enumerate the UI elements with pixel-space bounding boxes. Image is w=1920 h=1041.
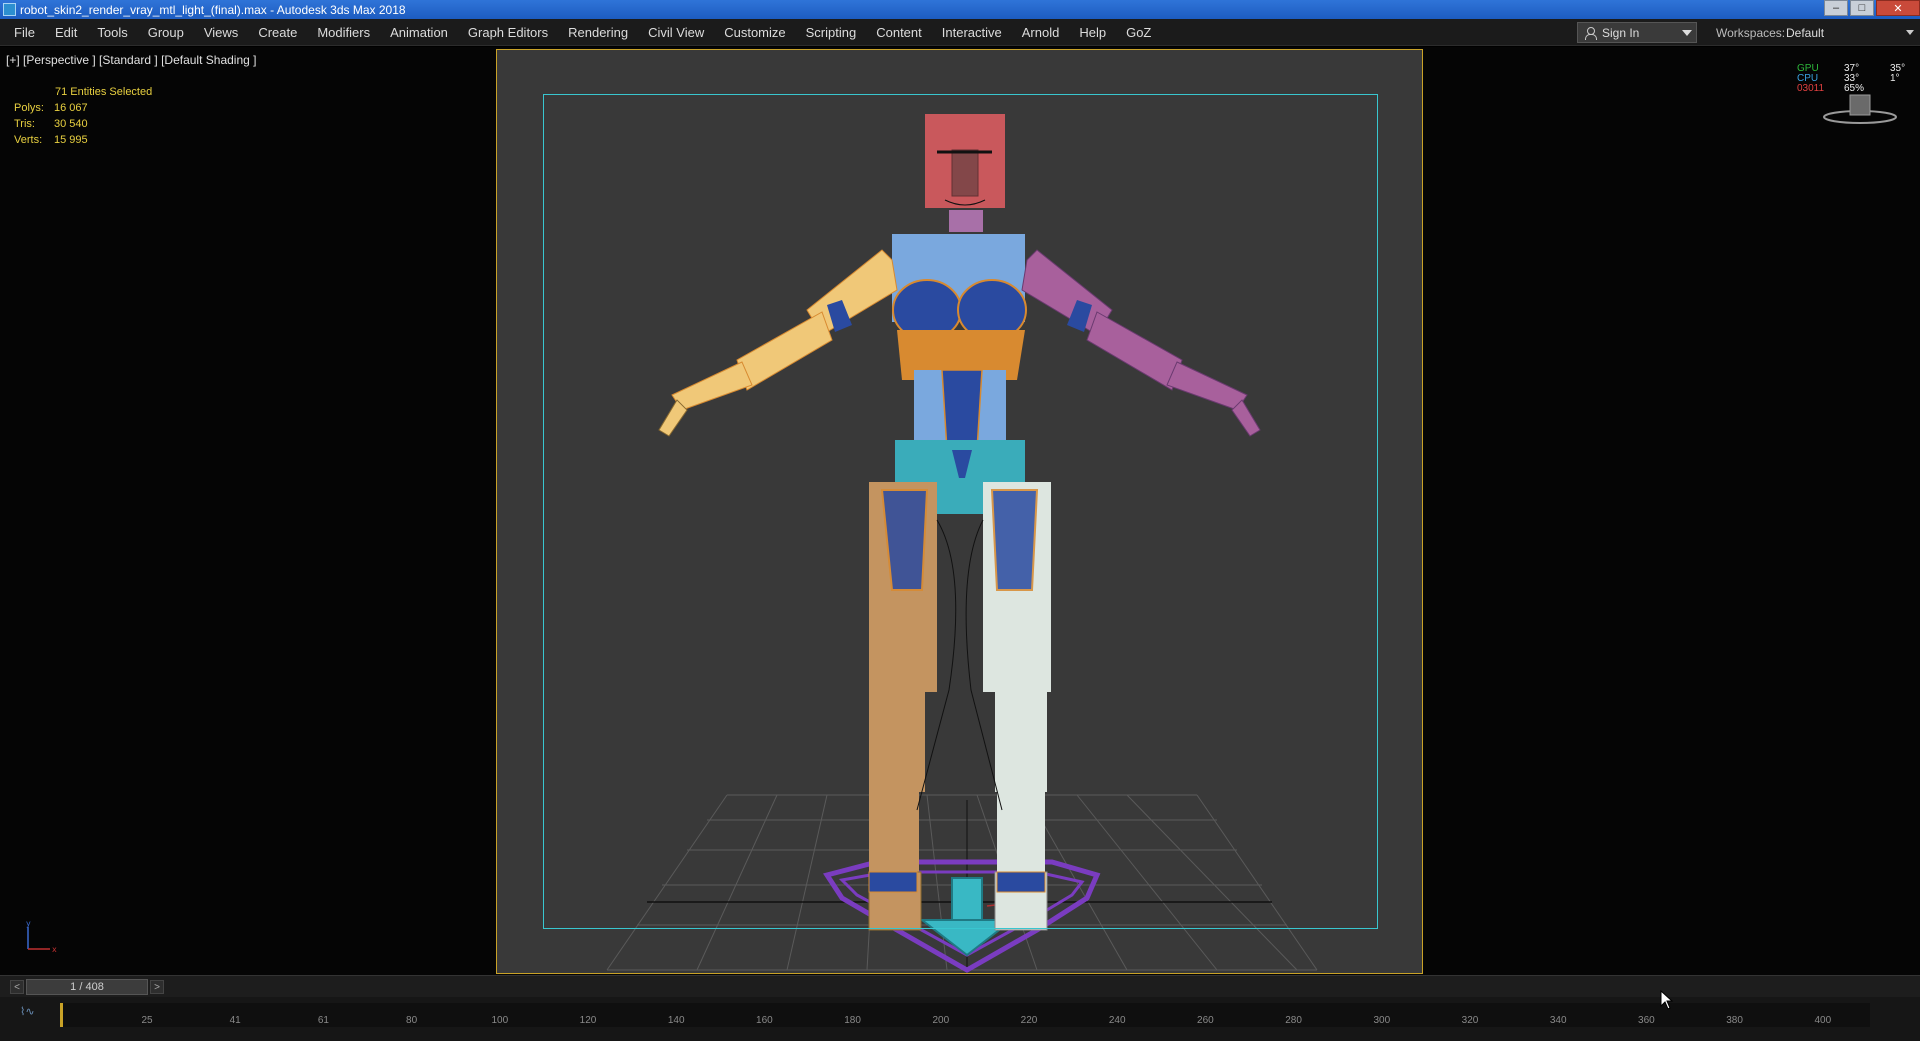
menu-file[interactable]: File — [4, 25, 45, 40]
menu-modifiers[interactable]: Modifiers — [307, 25, 380, 40]
menu-goz[interactable]: GoZ — [1116, 25, 1161, 40]
menu-arnold[interactable]: Arnold — [1012, 25, 1070, 40]
timeline-tick-label: 120 — [579, 1015, 597, 1026]
menu-bar: File Edit Tools Group Views Create Modif… — [0, 19, 1920, 46]
timeline-tick-label: 220 — [1020, 1015, 1038, 1026]
menu-interactive[interactable]: Interactive — [932, 25, 1012, 40]
prev-frame-button[interactable]: < — [10, 980, 24, 994]
chevron-down-icon — [1682, 30, 1692, 36]
curve-editor-icon[interactable]: ⌇∿ — [20, 1005, 42, 1023]
timeline-tick-label: 100 — [491, 1015, 509, 1026]
close-button[interactable]: ✕ — [1876, 0, 1920, 16]
menu-rendering[interactable]: Rendering — [558, 25, 638, 40]
axis-y-label: y — [26, 919, 31, 928]
chevron-down-icon — [1906, 30, 1914, 35]
timeline-tick-label: 25 — [141, 1015, 153, 1026]
viewport-label-menu[interactable]: [+] [Perspective ] [Standard ] [Default … — [6, 53, 256, 67]
time-slider[interactable]: 1 / 408 — [26, 979, 148, 995]
timeline-tick-label: 360 — [1638, 1015, 1655, 1026]
menu-graph-editors[interactable]: Graph Editors — [458, 25, 558, 40]
stat-row: Tris: 30 540 — [14, 116, 152, 132]
stat-key: Polys: — [14, 102, 44, 114]
stat-key: Verts: — [14, 134, 43, 146]
statistics-overlay: 71 Entities Selected Polys: 16 067 Tris:… — [14, 84, 152, 148]
timeline-tick-label: 80 — [406, 1015, 418, 1026]
selection-count: 71 Entities Selected — [55, 86, 153, 98]
timeline-tick-label: 180 — [844, 1015, 861, 1026]
menu-edit[interactable]: Edit — [45, 25, 87, 40]
timeline-tick-label: 41 — [229, 1015, 241, 1026]
cpu-load: 1° — [1890, 73, 1900, 84]
workspace-value: Default — [1786, 25, 1825, 40]
stat-row: Polys: 16 067 — [14, 100, 152, 116]
timeline-tick-label: 160 — [756, 1015, 773, 1026]
timeline-tick-label: 400 — [1814, 1015, 1832, 1026]
menu-views[interactable]: Views — [194, 25, 248, 40]
current-frame-marker[interactable] — [60, 1003, 63, 1027]
timeline-tick-label: 340 — [1549, 1015, 1567, 1026]
menu-create[interactable]: Create — [248, 25, 307, 40]
maximize-button[interactable]: □ — [1850, 0, 1874, 16]
axis-tripod-icon: y x — [26, 919, 57, 954]
menu-scripting[interactable]: Scripting — [796, 25, 867, 40]
axis-x-label: x — [52, 945, 57, 954]
app-icon — [3, 3, 16, 16]
next-frame-button[interactable]: > — [150, 980, 164, 994]
timeline-tick-label: 260 — [1197, 1015, 1214, 1026]
viewcube-icon[interactable] — [1820, 87, 1900, 127]
stat-value: 16 067 — [54, 102, 88, 114]
stat-value: 30 540 — [54, 118, 88, 130]
mouse-cursor-icon — [1660, 990, 1674, 1010]
perspective-viewport[interactable]: [+] [Perspective ] [Standard ] [Default … — [0, 47, 1920, 975]
timeline-tick-label: 200 — [932, 1015, 950, 1026]
timeline-ruler[interactable] — [60, 1003, 1870, 1027]
render-region-frame — [543, 94, 1378, 929]
menu-group[interactable]: Group — [138, 25, 194, 40]
window-controls: – □ ✕ — [1822, 0, 1920, 17]
track-bar[interactable]: ⌇∿ 25 41 61 80 100 120 140 160 180 200 220 240 260 28… — [0, 997, 1920, 1041]
timeline-tick-label: 380 — [1726, 1015, 1743, 1026]
menu-help[interactable]: Help — [1069, 25, 1116, 40]
window-title: robot_skin2_render_vray_mtl_light_(final… — [20, 2, 406, 17]
workspace-select[interactable]: Default — [1782, 22, 1918, 43]
minimize-button[interactable]: – — [1824, 0, 1848, 16]
stat-row: Verts: 15 995 — [14, 132, 152, 148]
menu-tools[interactable]: Tools — [87, 25, 137, 40]
menu-animation[interactable]: Animation — [380, 25, 458, 40]
stat-value: 15 995 — [54, 134, 88, 146]
timeline-tick-label: 240 — [1108, 1015, 1126, 1026]
menu-content[interactable]: Content — [866, 25, 932, 40]
timeline-tick-label: 140 — [667, 1015, 685, 1026]
timeline-tick-label: 61 — [317, 1015, 329, 1026]
user-icon — [1584, 26, 1597, 40]
menu-customize[interactable]: Customize — [714, 25, 795, 40]
sign-in-dropdown[interactable]: Sign In — [1577, 22, 1697, 43]
sign-in-label: Sign In — [1602, 25, 1640, 40]
timeline-tick-label: 280 — [1285, 1015, 1302, 1026]
timeline-tick-label: 320 — [1461, 1015, 1479, 1026]
workspaces-label: Workspaces: — [1716, 26, 1786, 40]
title-bar: robot_skin2_render_vray_mtl_light_(final… — [0, 0, 1920, 19]
time-slider-bar: < 1 / 408 > — [0, 975, 1920, 997]
timeline-tick-label: 300 — [1373, 1015, 1391, 1026]
menu-civil-view[interactable]: Civil View — [638, 25, 714, 40]
stat-key: Tris: — [14, 118, 35, 130]
safe-frame — [496, 49, 1423, 974]
